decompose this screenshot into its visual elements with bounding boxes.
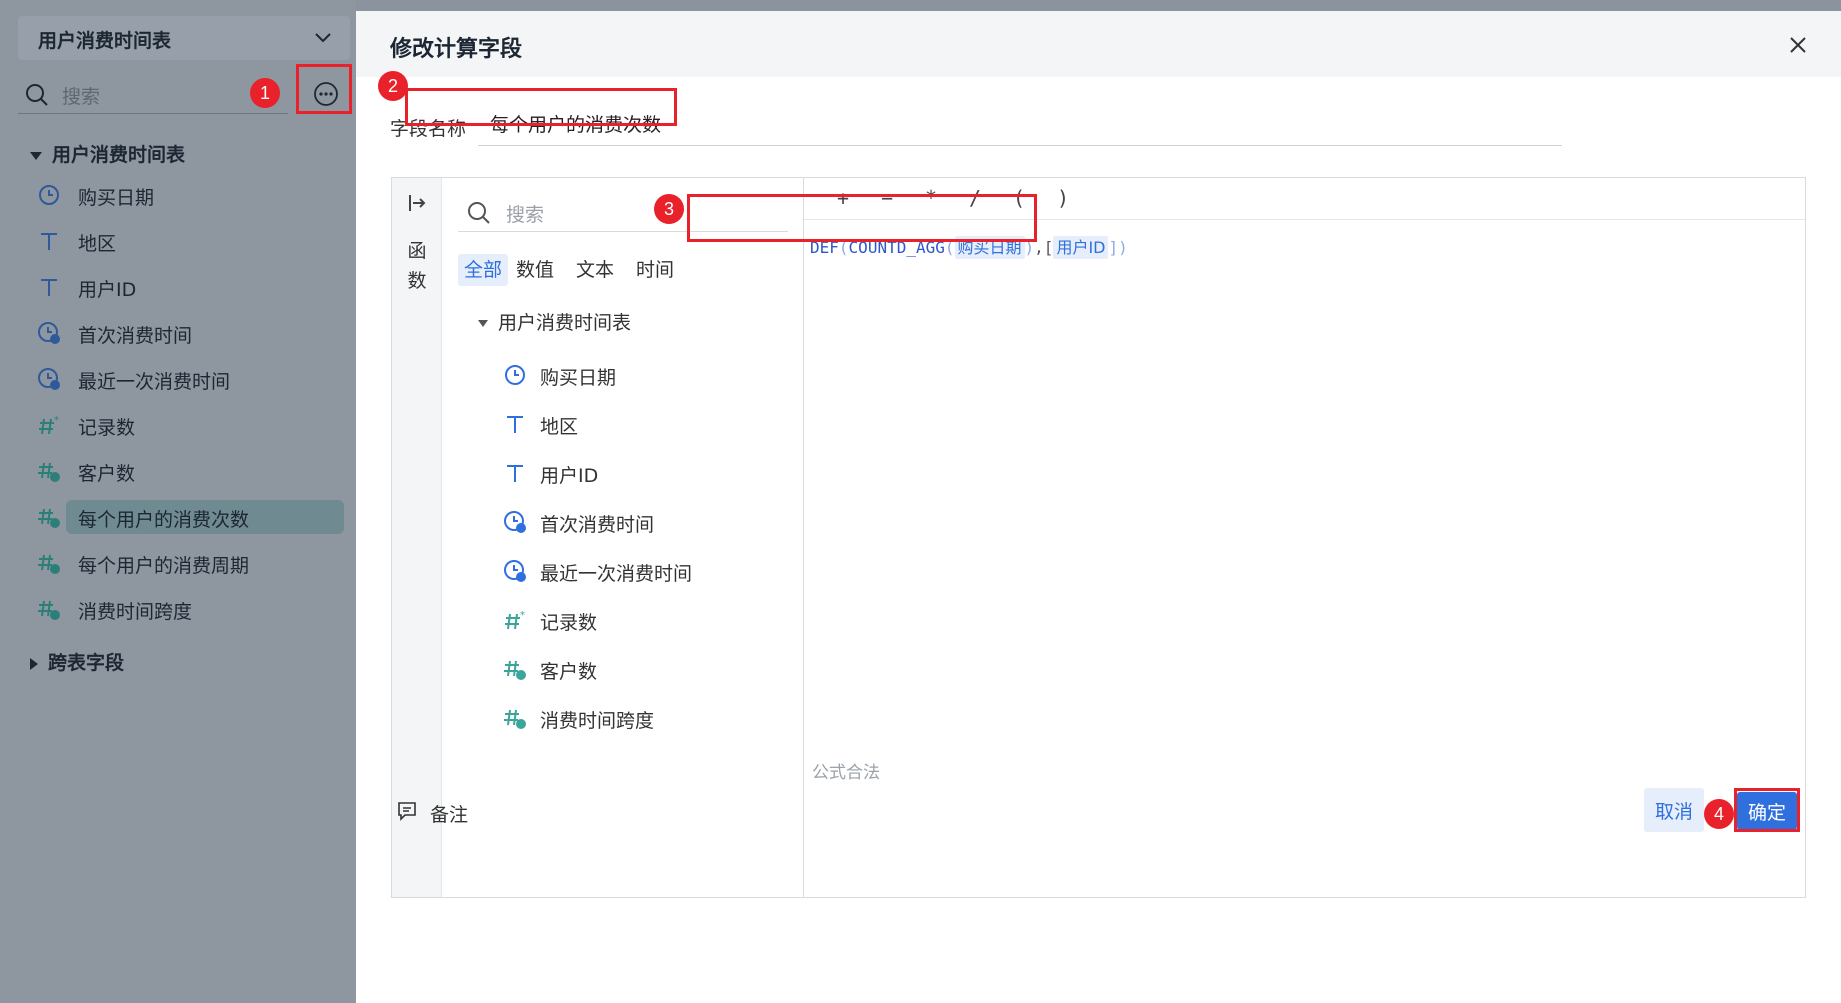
cancel-button[interactable]: 取消 bbox=[1644, 788, 1704, 832]
sidebar-search[interactable]: 搜索 bbox=[18, 76, 288, 114]
function-rail-label: 函 数 bbox=[407, 240, 427, 292]
field-list-item[interactable]: 最近一次消费时间 bbox=[502, 554, 792, 588]
sidebar-field-item[interactable]: 消费时间跨度 bbox=[36, 592, 344, 626]
sidebar-field-item[interactable]: 最近一次消费时间 bbox=[36, 362, 344, 396]
sidebar-table-group[interactable]: 用户消费时间表 bbox=[30, 140, 185, 170]
note-icon bbox=[398, 802, 416, 821]
tab-all[interactable]: 全部 bbox=[458, 254, 509, 286]
fields-panel: 搜索 全部 数值 文本 时间 用户消费时间表 购买日期 地区 用户ID 首次消费… bbox=[442, 178, 804, 897]
text-type-icon bbox=[507, 416, 523, 433]
calc-date-icon bbox=[504, 511, 526, 533]
function-rail[interactable]: 函 数 bbox=[392, 178, 442, 897]
field-list-item[interactable]: 地区 bbox=[502, 407, 792, 441]
field-list-item[interactable]: 消费时间跨度 bbox=[502, 701, 792, 735]
sidebar-field-item[interactable]: 客户数 bbox=[36, 454, 344, 488]
calc-number-icon bbox=[504, 660, 526, 680]
field-list-item[interactable]: 购买日期 bbox=[502, 358, 792, 392]
sidebar-field-item[interactable]: 每个用户的消费周期 bbox=[36, 546, 344, 580]
more-options-icon[interactable] bbox=[312, 80, 340, 108]
chevron-down-icon[interactable] bbox=[312, 26, 334, 48]
collapse-triangle-icon[interactable] bbox=[30, 151, 42, 160]
clock-icon bbox=[505, 365, 525, 385]
annotation-badge-2: 2 bbox=[378, 71, 408, 101]
dialog-header: 修改计算字段 bbox=[356, 11, 1841, 77]
sidebar: 用户消费时间表 搜索 1 用户消费时间表 购买日期 地区 用户ID 首次消费时间… bbox=[0, 0, 356, 1003]
search-icon bbox=[468, 202, 490, 224]
annotation-badge-1: 1 bbox=[250, 78, 280, 108]
clock-icon bbox=[39, 185, 59, 205]
close-icon[interactable] bbox=[1786, 33, 1810, 57]
field-list-item[interactable]: 客户数 bbox=[502, 652, 792, 686]
field-search-placeholder: 搜索 bbox=[506, 204, 545, 226]
calc-number-icon bbox=[38, 600, 60, 620]
record-count-icon: * bbox=[505, 610, 525, 630]
field-list-item[interactable]: * 记录数 bbox=[502, 603, 792, 637]
sidebar-search-placeholder: 搜索 bbox=[62, 86, 101, 108]
svg-text:*: * bbox=[54, 415, 59, 426]
field-list-item[interactable]: 用户ID bbox=[502, 456, 792, 490]
formula-editor: 函 数 搜索 全部 数值 文本 时间 用户消费时间表 购买日期 地区 用户ID … bbox=[391, 177, 1806, 898]
op-close-paren-button[interactable]: ) bbox=[1048, 186, 1078, 210]
sidebar-cross-table-group[interactable]: 跨表字段 bbox=[30, 648, 124, 678]
calc-number-icon bbox=[38, 462, 60, 482]
dataset-title: 用户消费时间表 bbox=[38, 30, 172, 52]
expand-functions-icon[interactable] bbox=[406, 192, 428, 214]
text-type-icon bbox=[41, 233, 57, 250]
annotation-box-formula bbox=[687, 194, 1037, 242]
edit-calculated-field-dialog: 修改计算字段 字段名称 2 函 数 搜索 全部 数值 文本 时间 bbox=[356, 11, 1841, 1003]
collapse-triangle-icon[interactable] bbox=[478, 320, 488, 327]
text-type-icon bbox=[507, 465, 523, 482]
fields-table-group[interactable]: 用户消费时间表 bbox=[478, 308, 631, 338]
tab-time[interactable]: 时间 bbox=[630, 254, 680, 286]
expand-triangle-icon[interactable] bbox=[30, 657, 38, 670]
calc-date-icon bbox=[38, 368, 60, 390]
sidebar-field-item[interactable]: * 记录数 bbox=[36, 408, 344, 442]
calc-number-icon bbox=[38, 508, 60, 528]
annotation-badge-4: 4 bbox=[1704, 799, 1734, 829]
dialog-title: 修改计算字段 bbox=[390, 37, 523, 62]
search-icon bbox=[26, 84, 48, 106]
sidebar-field-item[interactable]: 首次消费时间 bbox=[36, 316, 344, 350]
sidebar-field-item-selected[interactable]: 每个用户的消费次数 bbox=[66, 500, 344, 534]
calc-number-icon bbox=[38, 554, 60, 574]
svg-text:*: * bbox=[520, 610, 525, 621]
calc-date-icon bbox=[504, 560, 526, 582]
tab-numeric[interactable]: 数值 bbox=[510, 254, 560, 286]
calc-number-icon bbox=[504, 709, 526, 729]
formula-status: 公式合法 bbox=[812, 763, 880, 783]
field-list-item[interactable]: 首次消费时间 bbox=[502, 505, 792, 539]
sidebar-field-item[interactable]: 地区 bbox=[36, 224, 344, 258]
annotation-box-field-name bbox=[405, 88, 677, 126]
record-count-icon: * bbox=[39, 415, 59, 435]
calc-date-icon bbox=[38, 322, 60, 344]
text-type-icon bbox=[41, 279, 57, 296]
dataset-selector[interactable]: 用户消费时间表 bbox=[18, 16, 350, 60]
formula-field-token[interactable]: 用户ID bbox=[1053, 236, 1109, 259]
sidebar-field-item[interactable]: 购买日期 bbox=[36, 178, 344, 212]
tab-text[interactable]: 文本 bbox=[570, 254, 620, 286]
sidebar-field-item[interactable]: 用户ID bbox=[36, 270, 344, 304]
annotation-box-confirm bbox=[1734, 788, 1800, 832]
annotation-badge-3: 3 bbox=[654, 194, 684, 224]
